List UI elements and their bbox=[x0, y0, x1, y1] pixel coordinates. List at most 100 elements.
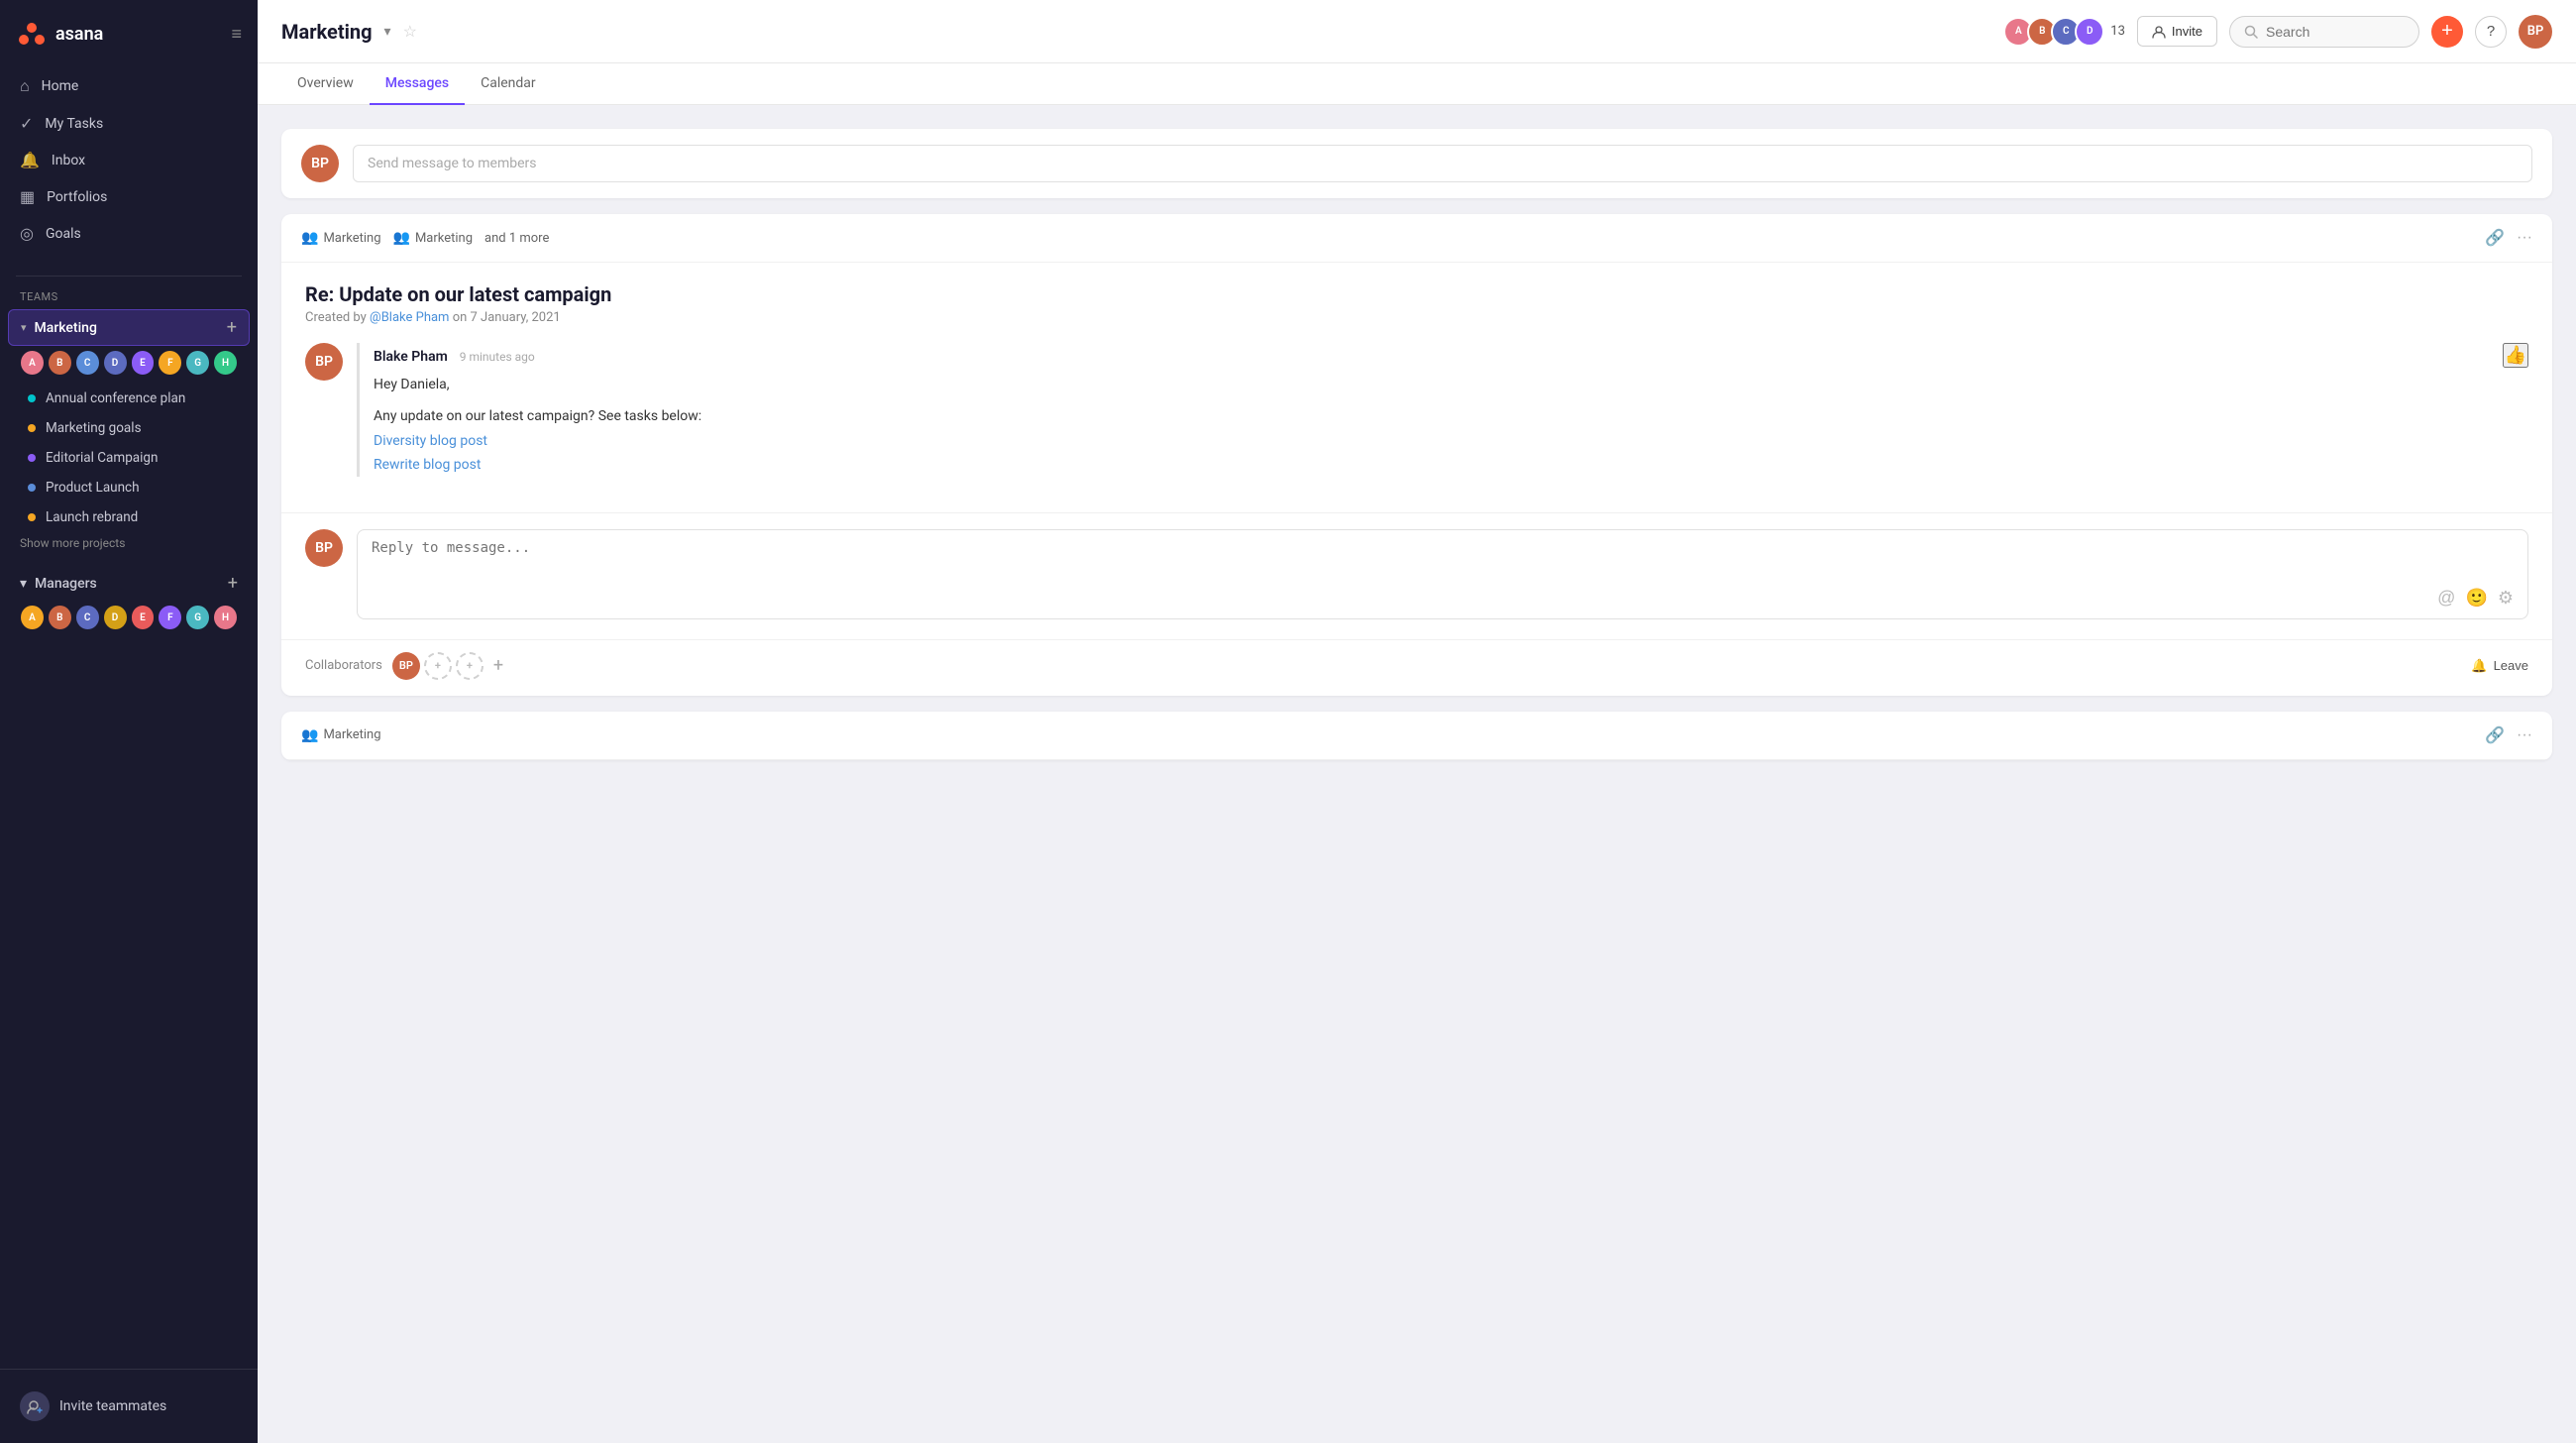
reply-input[interactable] bbox=[372, 540, 2514, 576]
bubble-author-area: Blake Pham 9 minutes ago bbox=[374, 346, 535, 365]
collaborators-label: Collaborators bbox=[305, 658, 382, 673]
member-avatars: A B C D 13 bbox=[2009, 17, 2125, 47]
nav-item-goals[interactable]: ◎ Goals bbox=[8, 215, 250, 252]
team-icon: 👥 bbox=[301, 230, 318, 246]
nav-label-goals: Goals bbox=[46, 226, 81, 242]
collab-avatar-empty-1[interactable]: + bbox=[424, 652, 452, 680]
second-header-tag-label: Marketing bbox=[323, 727, 380, 742]
person-add-icon bbox=[26, 1397, 44, 1415]
header-tag-label-2: Marketing bbox=[415, 231, 473, 246]
invite-teammates-item[interactable]: Invite teammates bbox=[8, 1382, 250, 1431]
user-avatar[interactable]: BP bbox=[2519, 15, 2552, 49]
avatar: F bbox=[158, 605, 182, 630]
title-chevron-icon[interactable]: ▾ bbox=[384, 24, 391, 40]
collab-avatar-empty-2[interactable]: + bbox=[456, 652, 483, 680]
avatar: H bbox=[213, 605, 238, 630]
tab-overview[interactable]: Overview bbox=[281, 63, 370, 105]
team-icon-2: 👥 bbox=[393, 230, 410, 246]
bubble-text: Hey Daniela, Any update on our latest ca… bbox=[374, 374, 2528, 477]
collab-add-button[interactable]: + bbox=[493, 655, 503, 676]
avatar: D bbox=[103, 605, 128, 630]
rewrite-blog-post-link[interactable]: Rewrite blog post bbox=[374, 454, 2528, 476]
avatar: F bbox=[158, 350, 182, 376]
project-dot bbox=[28, 454, 36, 462]
nav-items: ⌂ Home ✓ My Tasks 🔔 Inbox ▦ Portfolios ◎… bbox=[0, 67, 258, 252]
page-title: Marketing bbox=[281, 20, 373, 44]
managers-team-item[interactable]: ▾ Managers bbox=[20, 576, 97, 592]
nav-label-portfolios: Portfolios bbox=[47, 189, 107, 205]
message-card-body: Re: Update on our latest campaign Create… bbox=[281, 263, 2552, 512]
message-thread-card: 👥 Marketing 👥 Marketing and 1 more 🔗 ··· bbox=[281, 214, 2552, 696]
search-input[interactable] bbox=[2266, 24, 2405, 40]
project-label: Editorial Campaign bbox=[46, 450, 158, 466]
star-icon[interactable]: ☆ bbox=[403, 22, 417, 41]
team-add-icon[interactable]: + bbox=[227, 317, 237, 338]
second-card-header: 👥 Marketing 🔗 ··· bbox=[281, 712, 2552, 760]
mention-icon-button[interactable]: @ bbox=[2437, 588, 2455, 609]
chevron-right-icon: ▾ bbox=[20, 576, 27, 592]
project-item-editorial-campaign[interactable]: Editorial Campaign bbox=[16, 443, 242, 473]
bubble-header: Blake Pham 9 minutes ago 👍 bbox=[374, 343, 2528, 368]
project-item-product-launch[interactable]: Product Launch bbox=[16, 473, 242, 502]
show-more-projects[interactable]: Show more projects bbox=[8, 532, 250, 562]
collab-avatars: BP + + bbox=[392, 652, 483, 680]
header-tag-2: 👥 Marketing bbox=[393, 230, 474, 246]
hamburger-icon[interactable]: ≡ bbox=[231, 24, 242, 45]
marketing-team-avatars: A B C D E F G H bbox=[8, 346, 250, 384]
member-count: 13 bbox=[2110, 24, 2125, 39]
nav-item-inbox[interactable]: 🔔 Inbox bbox=[8, 142, 250, 178]
header-tag-1: 👥 Marketing bbox=[301, 230, 381, 246]
invite-teammates-label: Invite teammates bbox=[59, 1398, 166, 1414]
nav-item-portfolios[interactable]: ▦ Portfolios bbox=[8, 178, 250, 215]
invite-button-label: Invite bbox=[2172, 24, 2202, 39]
avatar: G bbox=[185, 605, 210, 630]
avatar: H bbox=[213, 350, 238, 376]
compose-input[interactable]: Send message to members bbox=[353, 145, 2532, 182]
created-by-label: Created by bbox=[305, 310, 370, 325]
message-subject: Re: Update on our latest campaign bbox=[305, 282, 2528, 306]
emoji-icon-button[interactable]: 🙂 bbox=[2465, 588, 2487, 609]
help-button[interactable]: ? bbox=[2475, 16, 2507, 48]
logo-area[interactable]: asana bbox=[16, 18, 103, 50]
search-bar[interactable] bbox=[2229, 16, 2419, 48]
bubble-body: Any update on our latest campaign? See t… bbox=[374, 405, 2528, 427]
link-icon-button[interactable]: 🔗 bbox=[2485, 228, 2505, 248]
second-more-options-button[interactable]: ··· bbox=[2517, 726, 2532, 744]
managers-add-icon[interactable]: + bbox=[228, 573, 238, 594]
asana-logo-icon bbox=[16, 18, 48, 50]
collab-avatar-1: BP bbox=[392, 652, 420, 680]
more-options-button[interactable]: ··· bbox=[2517, 229, 2532, 247]
avatar: A bbox=[20, 605, 45, 630]
second-link-icon-button[interactable]: 🔗 bbox=[2485, 725, 2505, 745]
managers-team-name: Managers bbox=[35, 576, 97, 592]
add-button[interactable]: + bbox=[2431, 16, 2463, 48]
teams-section: Teams ▾ Marketing + A B C D E F G H Annu… bbox=[0, 284, 258, 562]
second-header-tag: 👥 Marketing bbox=[301, 727, 381, 743]
bell-leave-icon: 🔔 bbox=[2471, 658, 2487, 674]
task-icon-button[interactable]: ⚙ bbox=[2498, 588, 2514, 609]
tabs-bar: Overview Messages Calendar bbox=[258, 63, 2576, 105]
like-button[interactable]: 👍 bbox=[2503, 343, 2528, 368]
author-link[interactable]: @Blake Pham bbox=[370, 310, 453, 325]
project-item-launch-rebrand[interactable]: Launch rebrand bbox=[16, 502, 242, 532]
tab-calendar[interactable]: Calendar bbox=[465, 63, 552, 105]
invite-button[interactable]: Invite bbox=[2137, 16, 2217, 47]
project-dot bbox=[28, 513, 36, 521]
nav-item-home[interactable]: ⌂ Home bbox=[8, 67, 250, 105]
project-item-annual-conference[interactable]: Annual conference plan bbox=[16, 384, 242, 413]
project-item-marketing-goals[interactable]: Marketing goals bbox=[16, 413, 242, 443]
diversity-blog-post-link[interactable]: Diversity blog post bbox=[374, 430, 2528, 452]
leave-button[interactable]: 🔔 Leave bbox=[2471, 658, 2528, 674]
marketing-team-item[interactable]: ▾ Marketing + bbox=[8, 309, 250, 346]
message-bubble: BP Blake Pham 9 minutes ago 👍 Hey Daniel… bbox=[305, 343, 2528, 477]
created-date-text: on 7 January, 2021 bbox=[453, 310, 561, 325]
person-icon bbox=[2152, 25, 2166, 39]
managers-section: ▾ Managers + A B C D E F G H bbox=[0, 566, 258, 638]
reply-input-area[interactable]: @ 🙂 ⚙ bbox=[357, 529, 2528, 619]
nav-label-home: Home bbox=[42, 78, 79, 94]
project-label: Marketing goals bbox=[46, 420, 142, 436]
nav-label-my-tasks: My Tasks bbox=[45, 116, 103, 132]
nav-item-my-tasks[interactable]: ✓ My Tasks bbox=[8, 105, 250, 142]
messages-content: BP Send message to members 👥 Marketing 👥… bbox=[258, 105, 2576, 1443]
tab-messages[interactable]: Messages bbox=[370, 63, 465, 105]
